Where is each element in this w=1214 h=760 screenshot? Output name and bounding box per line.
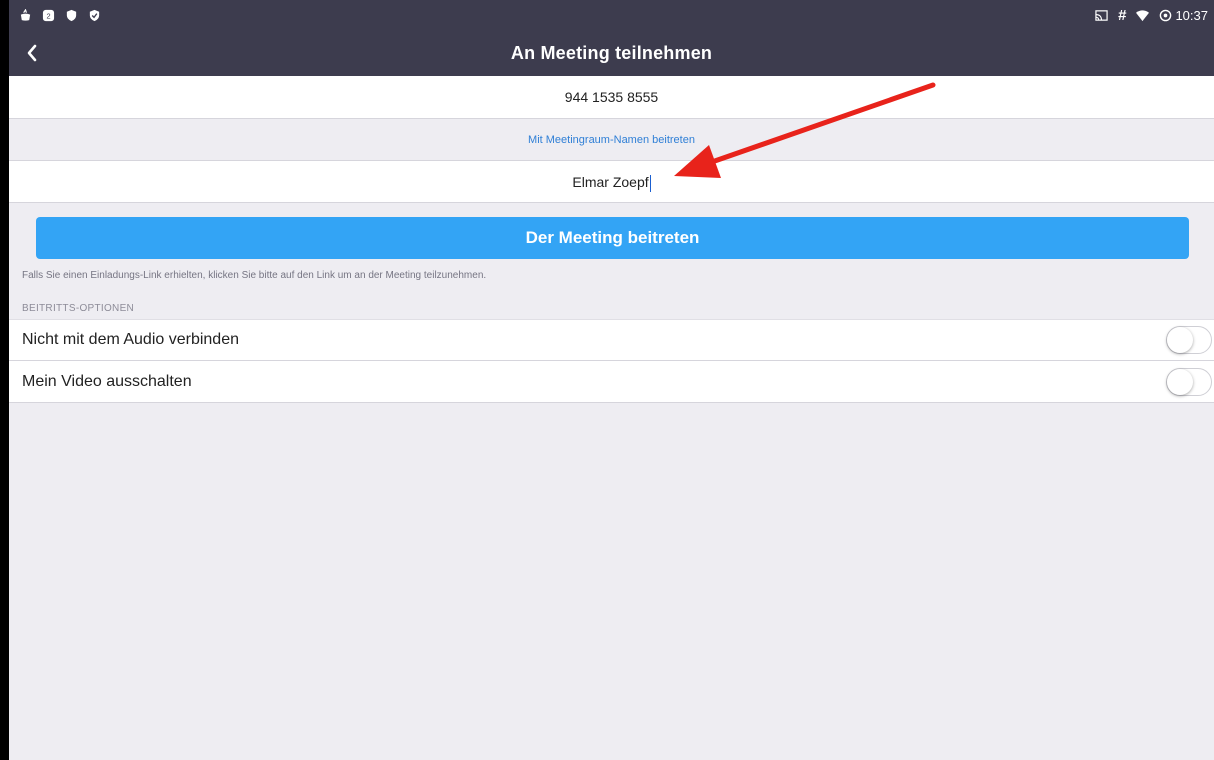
display-name-input[interactable]: Elmar Zoepf [9,161,1214,203]
cast-icon [1095,9,1108,21]
meeting-id-input[interactable]: 944 1535 8555 [9,76,1214,119]
hash-icon: # [1118,6,1127,24]
shield-icon [66,9,77,21]
shield-badge-icon: 2 [42,9,55,21]
option-video-off: Mein Video ausschalten [9,361,1214,403]
nav-bar: An Meeting teilnehmen [9,30,1214,76]
option-no-audio-label: Nicht mit dem Audio verbinden [22,331,239,348]
no-audio-toggle[interactable] [1166,326,1212,354]
video-off-toggle[interactable] [1166,367,1212,396]
option-video-off-label: Mein Video ausschalten [22,372,192,390]
join-meeting-button[interactable]: Der Meeting beitreten [36,217,1189,259]
status-left-icons: 2 [19,8,101,22]
page-title: An Meeting teilnehmen [510,42,713,63]
option-no-audio: Nicht mit dem Audio verbinden [9,319,1214,361]
shield-check-icon [89,9,100,21]
chevron-left-icon [27,44,37,62]
text-cursor [649,174,651,192]
data-saver-icon [1160,9,1172,21]
back-button[interactable] [17,38,47,68]
room-name-link-row: Mit Meetingraum-Namen beitreten [9,119,1214,161]
join-meeting-label: Der Meeting beitreten [525,228,700,247]
meeting-id-value: 944 1535 8555 [564,89,659,105]
toggle-knob [1167,327,1193,353]
status-time: 10:37 [1175,7,1208,23]
wifi-icon [1136,9,1150,21]
svg-text:2: 2 [46,11,50,20]
app-screen: 2 # 10:37 An Meeting teilnehmen 944 1535… [9,0,1214,760]
join-options-list: Nicht mit dem Audio verbinden Mein Video… [9,319,1214,403]
display-name-value: Elmar Zoepf [572,174,649,190]
join-options-header: BEITRITTS-OPTIONEN [22,303,135,314]
toggle-knob [1167,368,1193,395]
app-notification-icon [20,8,31,21]
join-with-room-name-link[interactable]: Mit Meetingraum-Namen beitreten [528,134,695,146]
invite-link-hint: Falls Sie einen Einladungs-Link erhielte… [22,270,487,281]
status-right-icons: # 10:37 [1095,7,1208,24]
status-bar: 2 # 10:37 [9,0,1214,30]
